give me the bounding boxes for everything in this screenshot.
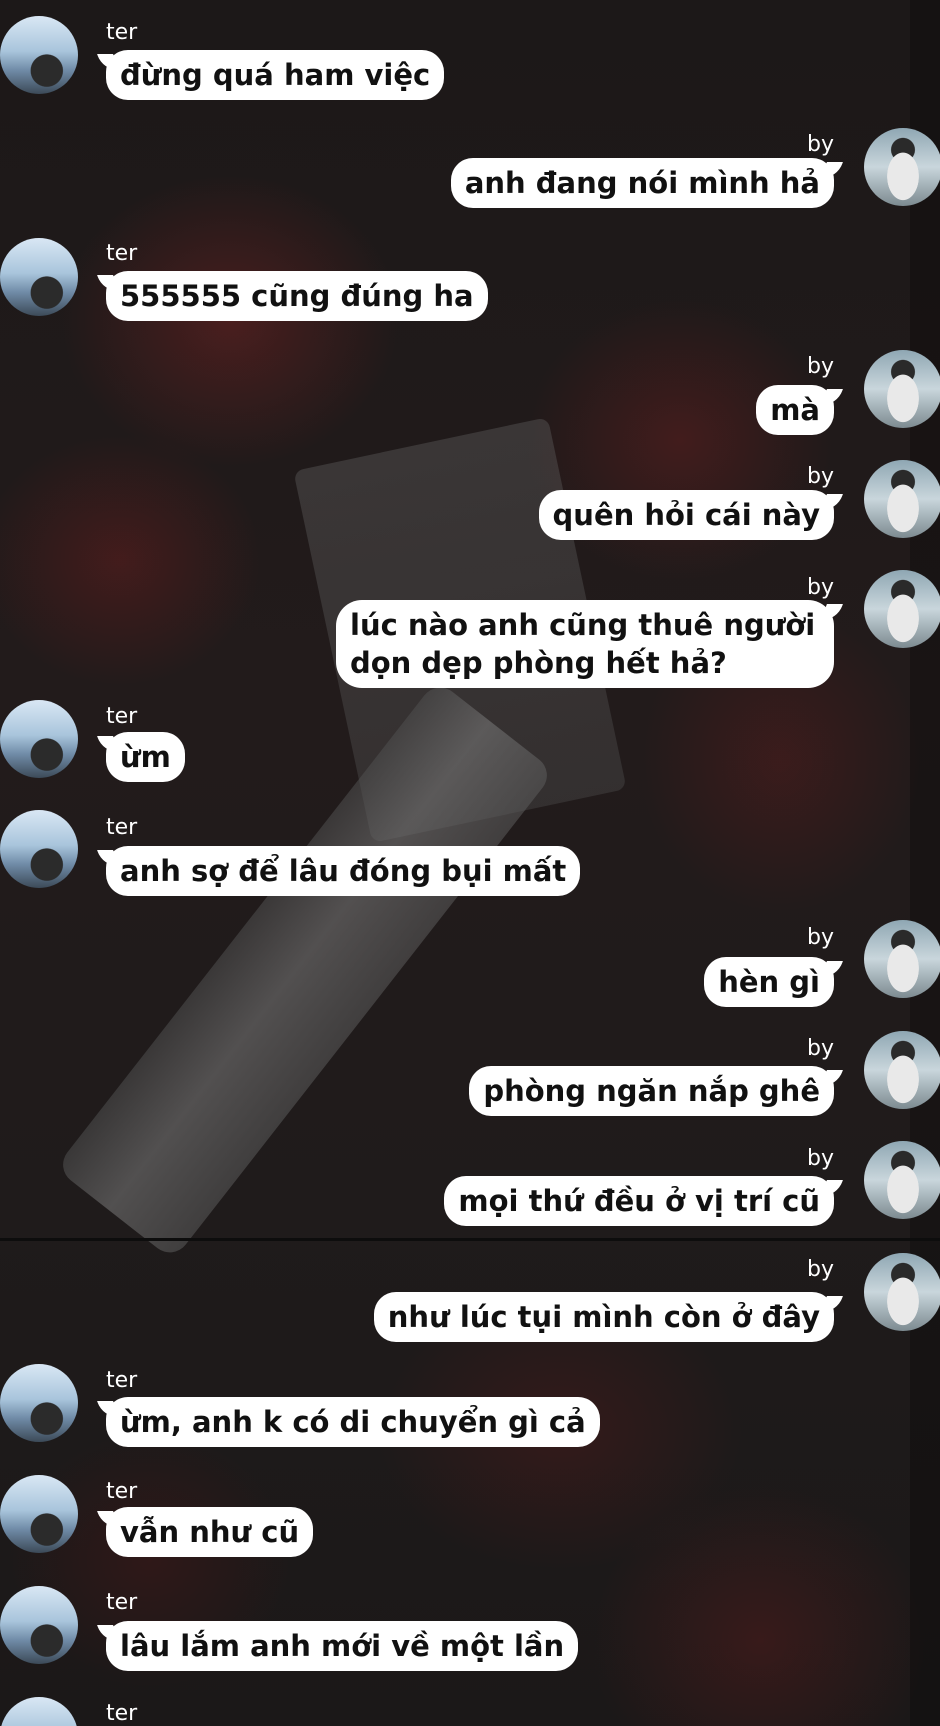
sender-name-ter: ter [106, 1590, 138, 1615]
avatar-ter[interactable] [0, 16, 78, 94]
avatar-by[interactable] [864, 1031, 940, 1109]
sender-name-by: by [807, 1257, 834, 1282]
avatar-by[interactable] [864, 1253, 940, 1331]
avatar-by[interactable] [864, 1141, 940, 1219]
avatar-by[interactable] [864, 570, 940, 648]
sender-name-ter: ter [106, 704, 138, 729]
sender-name-by: by [807, 464, 834, 489]
message-bubble-ter[interactable]: ừm, anh k có di chuyển gì cả [106, 1397, 600, 1447]
message-bubble-by[interactable]: anh đang nói mình hả [450, 158, 834, 208]
message-bubble-by[interactable]: quên hỏi cái này [538, 490, 834, 540]
sender-name-ter: ter [106, 1479, 138, 1504]
message-bubble-ter[interactable]: 555555 cũng đúng ha [106, 271, 488, 321]
avatar-by[interactable] [864, 920, 940, 998]
message-bubble-by[interactable]: hèn gì [704, 957, 834, 1007]
sender-name-by: by [807, 1146, 834, 1171]
sender-name-by: by [807, 575, 834, 600]
sender-name-ter: ter [106, 1701, 138, 1726]
avatar-ter[interactable] [0, 700, 78, 778]
background-edge-strip [910, 0, 940, 1726]
sender-name-by: by [807, 1036, 834, 1061]
sender-name-by: by [807, 925, 834, 950]
avatar-ter[interactable] [0, 238, 78, 316]
message-bubble-by[interactable]: mọi thứ đều ở vị trí cũ [444, 1176, 834, 1226]
avatar-ter[interactable] [0, 1586, 78, 1664]
sender-name-by: by [807, 354, 834, 379]
screenshot-seam-divider [0, 1238, 940, 1241]
message-bubble-ter[interactable]: ừm [106, 732, 185, 782]
message-bubble-ter[interactable]: vẫn như cũ [106, 1507, 314, 1557]
avatar-ter[interactable] [0, 1475, 78, 1553]
message-bubble-by[interactable]: phòng ngăn nắp ghê [469, 1066, 834, 1116]
avatar-by[interactable] [864, 350, 940, 428]
sender-name-ter: ter [106, 241, 138, 266]
message-bubble-by[interactable]: mà [756, 385, 834, 435]
chat-screen: ter đừng quá ham việc by anh đang nói mì… [0, 0, 940, 1726]
avatar-by[interactable] [864, 128, 940, 206]
message-bubble-by[interactable]: như lúc tụi mình còn ở đây [373, 1292, 834, 1342]
message-bubble-ter[interactable]: lâu lắm anh mới về một lần [106, 1621, 579, 1671]
sender-name-by: by [807, 132, 834, 157]
sender-name-ter: ter [106, 1368, 138, 1393]
avatar-ter[interactable] [0, 1697, 78, 1726]
avatar-ter[interactable] [0, 1364, 78, 1442]
avatar-ter[interactable] [0, 810, 78, 888]
avatar-by[interactable] [864, 460, 940, 538]
sender-name-ter: ter [106, 815, 138, 840]
message-bubble-ter[interactable]: anh sợ để lâu đóng bụi mất [106, 846, 581, 896]
message-bubble-ter[interactable]: đừng quá ham việc [106, 50, 445, 100]
message-bubble-by[interactable]: lúc nào anh cũng thuê người dọn dẹp phòn… [336, 600, 834, 688]
sender-name-ter: ter [106, 20, 138, 45]
